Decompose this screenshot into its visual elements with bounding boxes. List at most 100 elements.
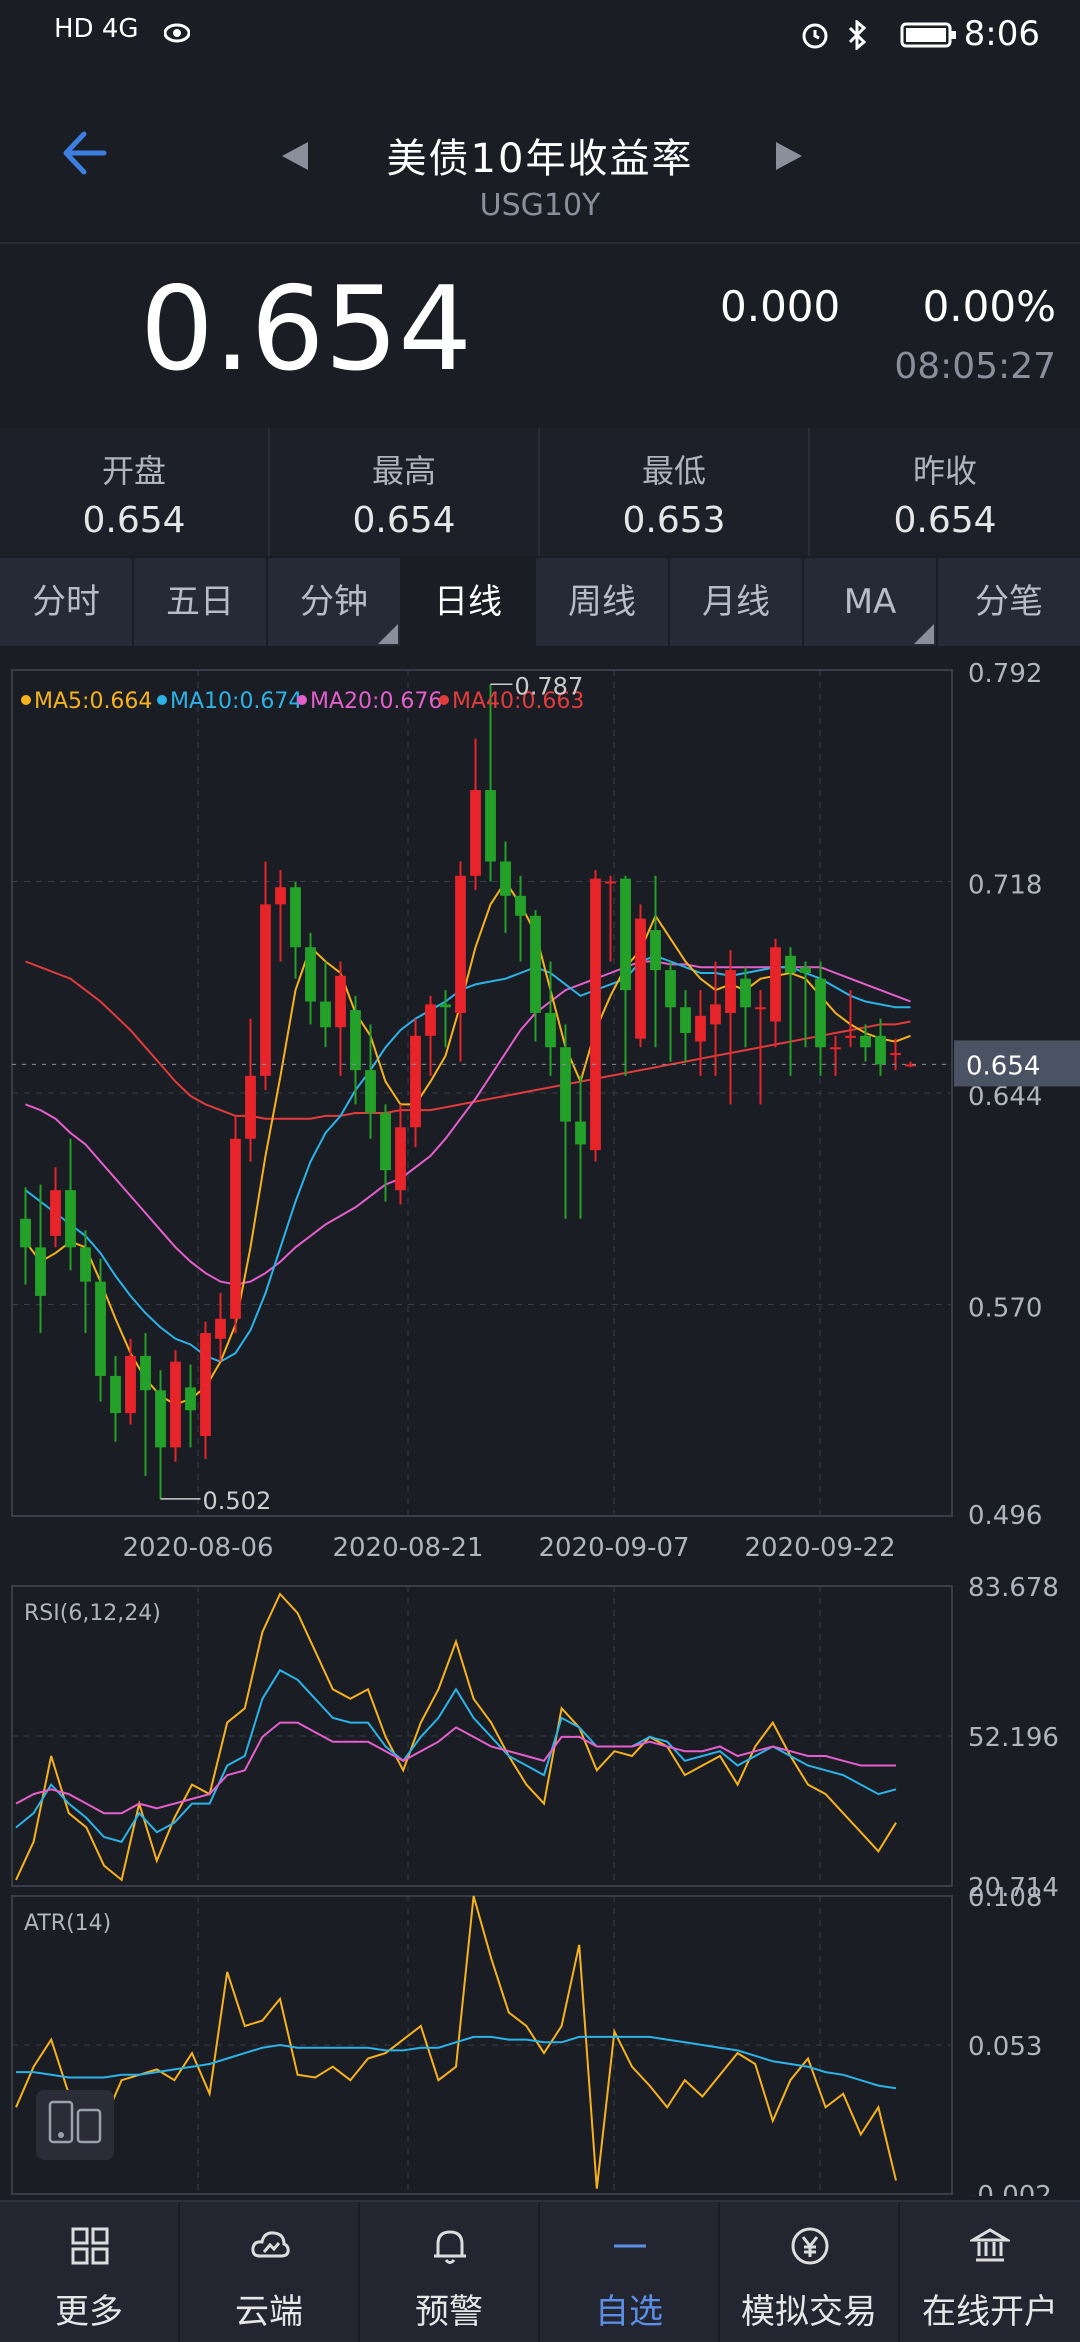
atr-title: ATR(14) bbox=[24, 1911, 111, 1936]
candle-body bbox=[395, 1127, 406, 1191]
candle-body bbox=[80, 1247, 91, 1282]
candle-body bbox=[380, 1113, 391, 1171]
nav-sim-trade[interactable]: 模拟交易 bbox=[720, 2202, 900, 2342]
legend-label: MA20:0.676 bbox=[310, 689, 442, 714]
nav-cloud[interactable]: 云端 bbox=[180, 2202, 360, 2342]
candle-body bbox=[125, 1355, 136, 1414]
tab-label: 分钟 bbox=[300, 582, 368, 622]
candle-body bbox=[875, 1035, 886, 1065]
screen-toggle-icon bbox=[48, 2100, 102, 2144]
candle-body bbox=[830, 1047, 841, 1050]
candle-body bbox=[755, 1007, 766, 1010]
stat-value: 0.654 bbox=[352, 500, 456, 541]
x-tick-label: 2020-09-07 bbox=[538, 1533, 689, 1563]
candle-body bbox=[320, 1001, 331, 1028]
min-value-label: 0.502 bbox=[203, 1487, 272, 1515]
instrument-code: USG10Y bbox=[479, 188, 601, 223]
candle-body bbox=[335, 975, 346, 1028]
bank-icon bbox=[970, 2228, 1010, 2262]
tab-minute[interactable]: 分钟 bbox=[268, 558, 402, 646]
stats-row: 开盘 0.654 最高 0.654 最低 0.653 昨收 0.654 bbox=[0, 428, 1080, 556]
nav-label: 自选 bbox=[595, 2292, 663, 2332]
y-tick-label: -0.002 bbox=[968, 2181, 1052, 2196]
tab-weekly[interactable]: 周线 bbox=[536, 558, 670, 646]
tab-five-day[interactable]: 五日 bbox=[134, 558, 268, 646]
candle-body bbox=[20, 1218, 31, 1248]
candle-body bbox=[890, 1052, 901, 1055]
percent-change: 0.00% bbox=[922, 282, 1056, 331]
stat-high: 最高 0.654 bbox=[270, 428, 540, 556]
candle-body bbox=[140, 1355, 151, 1391]
candle-body bbox=[770, 947, 781, 1022]
nav-watchlist[interactable]: 自选 bbox=[540, 2202, 720, 2342]
nav-open-account[interactable]: 在线开户 bbox=[900, 2202, 1080, 2342]
y-tick-label: 83.678 bbox=[968, 1573, 1059, 1603]
floating-toggle-button[interactable] bbox=[36, 2090, 114, 2160]
tab-monthly[interactable]: 月线 bbox=[670, 558, 804, 646]
tab-ticks[interactable]: 分笔 bbox=[938, 558, 1080, 646]
candle-body bbox=[695, 1015, 706, 1042]
nav-label: 云端 bbox=[235, 2292, 303, 2332]
legend-label: MA5:0.664 bbox=[34, 689, 152, 714]
candle-body bbox=[725, 970, 736, 1013]
candle-body bbox=[575, 1121, 586, 1145]
tab-daily[interactable]: 日线 bbox=[402, 558, 536, 646]
candle-body bbox=[215, 1318, 226, 1339]
candle-body bbox=[605, 881, 616, 884]
candle-body bbox=[230, 1138, 241, 1319]
divider bbox=[0, 242, 1080, 244]
rsi-rsi12-line bbox=[15, 1668, 897, 1843]
candle-body bbox=[500, 861, 511, 896]
y-tick-label: 0.053 bbox=[968, 2032, 1042, 2062]
dropdown-corner-icon bbox=[378, 624, 398, 644]
nav-label: 在线开户 bbox=[922, 2292, 1058, 2332]
candle-body bbox=[530, 915, 541, 1013]
eye-icon bbox=[164, 23, 190, 43]
bluetooth-icon bbox=[848, 20, 867, 50]
nav-label: 预警 bbox=[415, 2292, 483, 2332]
candle-body bbox=[740, 978, 751, 1008]
candle-body bbox=[275, 887, 286, 905]
y-tick-label: 0.792 bbox=[968, 659, 1042, 689]
nav-label: 更多 bbox=[55, 2292, 123, 2332]
tab-intraday[interactable]: 分时 bbox=[0, 558, 134, 646]
bell-icon bbox=[434, 2230, 466, 2264]
candle-body bbox=[650, 930, 661, 971]
candle-body bbox=[785, 955, 796, 973]
chart-area[interactable]: 0.792 0.718 0.644 0.570 0.496 2020-08-06 2020-… bbox=[0, 646, 1080, 2211]
candle-body bbox=[485, 790, 496, 862]
candle-body bbox=[560, 1047, 571, 1122]
candle-body bbox=[65, 1190, 76, 1248]
candle-body bbox=[305, 947, 316, 1002]
battery-icon bbox=[900, 22, 956, 48]
candle-body bbox=[95, 1281, 106, 1376]
candle-body bbox=[590, 878, 601, 1151]
nav-alert[interactable]: 预警 bbox=[360, 2202, 540, 2342]
candle-body bbox=[515, 895, 526, 916]
stat-prev-close: 昨收 0.654 bbox=[810, 428, 1080, 556]
cloud-icon bbox=[251, 2231, 290, 2258]
legend-label: MA10:0.674 bbox=[170, 689, 302, 714]
candle-body bbox=[470, 790, 481, 876]
price-change: 0.000 bbox=[720, 282, 841, 331]
stat-label: 最高 bbox=[371, 452, 436, 490]
x-tick-label: 2020-09-22 bbox=[744, 1533, 895, 1563]
y-tick-label: 0.644 bbox=[968, 1082, 1042, 1112]
chart-canvas[interactable]: 0.792 0.718 0.644 0.570 0.496 2020-08-06 2020-… bbox=[0, 646, 1080, 2211]
candle-body bbox=[815, 978, 826, 1048]
dropdown-corner-icon bbox=[914, 624, 934, 644]
stat-low: 最低 0.653 bbox=[540, 428, 810, 556]
y-tick-label: 52.196 bbox=[968, 1723, 1059, 1753]
stat-label: 昨收 bbox=[912, 452, 977, 490]
tab-ma[interactable]: MA bbox=[804, 558, 938, 646]
next-instrument-button[interactable] bbox=[776, 142, 802, 170]
status-bar: HD 4G 8:06 bbox=[0, 0, 1080, 80]
alarm-icon bbox=[802, 23, 828, 49]
nav-more[interactable]: 更多 bbox=[0, 2202, 180, 2342]
candle-body bbox=[35, 1247, 46, 1296]
candle-body bbox=[50, 1190, 61, 1236]
candle-body bbox=[350, 1010, 361, 1071]
y-tick-label: 0.108 bbox=[968, 1883, 1042, 1913]
minus-icon bbox=[614, 2244, 646, 2248]
candle-body bbox=[260, 904, 271, 1076]
